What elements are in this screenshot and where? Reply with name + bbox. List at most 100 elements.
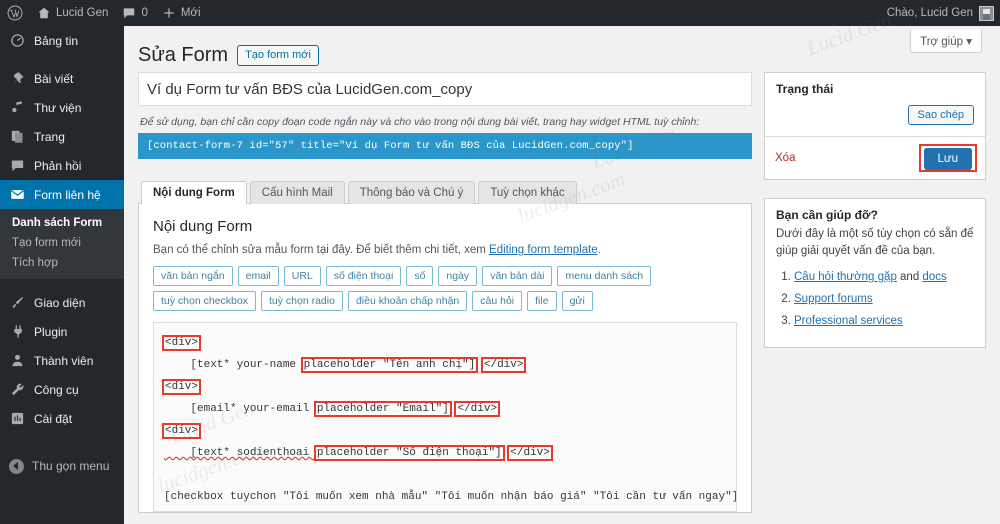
new-content-menu[interactable]: Mới: [155, 0, 208, 26]
sidebar-label: Plugin: [34, 325, 67, 339]
code-line-6-div-close: </div>: [509, 447, 551, 459]
greeting-label: Chào, Lucid Gen: [887, 7, 973, 19]
home-icon: [37, 6, 51, 20]
pages-icon: [9, 128, 26, 145]
sidebar-subitem-form-list[interactable]: Danh sách Form: [0, 213, 124, 233]
tab-additional-settings[interactable]: Tuỳ chọn khác: [478, 181, 576, 204]
tab-form-content[interactable]: Nội dung Form: [141, 181, 247, 204]
sidebar-label: Thành viên: [34, 354, 93, 368]
support-forums-link[interactable]: Support forums: [794, 293, 873, 305]
editor-tabs: Nội dung Form Cấu hình Mail Thông báo và…: [141, 181, 752, 204]
help-box: Bạn cần giúp đỡ? Dưới đây là một số tùy …: [764, 198, 986, 348]
tag-button-tel[interactable]: số điện thoại: [326, 266, 402, 286]
status-box: Trạng thái Sao chép Xóa Lưu: [764, 72, 986, 180]
sidebar-item-pages[interactable]: Trang: [0, 122, 124, 151]
sidebar-item-plugins[interactable]: Plugin: [0, 317, 124, 346]
tag-button-file[interactable]: file: [527, 291, 556, 311]
my-account-menu[interactable]: Chào, Lucid Gen: [887, 6, 1000, 21]
sidebar-item-media[interactable]: Thư viện: [0, 93, 124, 122]
tag-button-quiz[interactable]: câu hỏi: [472, 291, 522, 311]
tag-button-date[interactable]: ngày: [438, 266, 477, 286]
code-line-1-div-open: <div>: [164, 337, 199, 349]
form-tag-generator-buttons: văn bản ngắn email URL số điện thoại số …: [153, 266, 713, 311]
wrench-icon: [9, 381, 26, 398]
sidebar-item-settings[interactable]: Cài đặt: [0, 404, 124, 433]
professional-services-link[interactable]: Professional services: [794, 315, 903, 327]
wordpress-logo-icon: [7, 5, 23, 21]
sidebar-item-posts[interactable]: Bài viết: [0, 64, 124, 93]
help-links-list: Câu hỏi thường gặp and docs Support foru…: [794, 269, 974, 330]
code-line-6-prefix: [text* sodienthoai: [164, 447, 316, 459]
sidebar-subitem-integration[interactable]: Tích hợp: [0, 253, 124, 273]
help-box-heading: Bạn cần giúp đỡ?: [765, 199, 985, 222]
tab-messages[interactable]: Thông báo và Chú ý: [348, 181, 476, 204]
tag-button-number[interactable]: số: [406, 266, 433, 286]
sidebar-item-contact-form[interactable]: Form liên hệ: [0, 180, 124, 209]
faq-link[interactable]: Câu hỏi thường gặp: [794, 271, 897, 283]
editing-form-template-link[interactable]: Editing form template: [489, 244, 598, 256]
tag-button-text[interactable]: văn bản ngắn: [153, 266, 233, 286]
site-name-menu[interactable]: Lucid Gen: [30, 0, 115, 26]
code-line-7-checkbox: [checkbox tuychon "Tôi muốn xem nhà mẫu"…: [164, 491, 737, 503]
sidebar-item-appearance[interactable]: Giao diện: [0, 288, 124, 317]
tag-button-email[interactable]: email: [238, 266, 279, 286]
sidebar-item-dashboard[interactable]: Bảng tin: [0, 26, 124, 55]
collapse-menu-label: Thu gọn menu: [32, 459, 109, 473]
page-title: Sửa Form: [138, 44, 228, 67]
admin-sidebar: Bảng tin Bài viết Thư viện Trang P: [0, 26, 124, 524]
help-list-item: Support forums: [794, 291, 974, 308]
add-new-form-button[interactable]: Tạo form mới: [237, 45, 319, 66]
sidebar-item-users[interactable]: Thành viên: [0, 346, 124, 375]
faq-and-label: and: [897, 271, 923, 283]
code-line-4-prefix: [email* your-email: [164, 403, 316, 415]
tag-button-url[interactable]: URL: [284, 266, 321, 286]
tag-button-submit[interactable]: gửi: [562, 291, 593, 311]
status-box-body: Sao chép: [765, 96, 985, 136]
form-template-textarea[interactable]: <div> [text* your-name placeholder "Tên …: [153, 322, 737, 512]
help-tab-label: Trợ giúp: [920, 36, 963, 48]
help-box-description: Dưới đây là một số tùy chọn có sẵn để gi…: [776, 226, 974, 260]
tag-button-select[interactable]: menu danh sách: [557, 266, 651, 286]
collapse-menu-button[interactable]: Thu gọn menu: [0, 452, 124, 480]
sidebar-label: Giao diện: [34, 296, 85, 310]
comments-count: 0: [141, 7, 147, 19]
tag-button-radio[interactable]: tuỳ chọn radio: [261, 291, 343, 311]
save-button[interactable]: Lưu: [924, 148, 973, 170]
delete-form-link[interactable]: Xóa: [775, 152, 795, 164]
panel-description: Bạn có thể chỉnh sửa mẫu form tại đây. Đ…: [153, 244, 737, 256]
plug-icon: [9, 323, 26, 340]
form-content-panel: Nội dung Form Bạn có thể chỉnh sửa mẫu f…: [138, 203, 752, 513]
sidebar-item-tools[interactable]: Công cụ: [0, 375, 124, 404]
new-content-label: Mới: [181, 7, 201, 19]
admin-page: Lucid Gen 0 Mới Chào, Lucid Gen Bảng tin: [0, 0, 1000, 524]
brush-icon: [9, 294, 26, 311]
status-box-footer: Xóa Lưu: [765, 136, 985, 179]
sidebar-label: Công cụ: [34, 383, 79, 397]
sidebar-label: Bài viết: [34, 72, 73, 86]
help-box-body: Dưới đây là một số tùy chọn có sẵn để gi…: [765, 222, 985, 347]
menu-separator: [0, 55, 124, 64]
copy-form-button[interactable]: Sao chép: [908, 105, 974, 125]
shortcode-value[interactable]: [contact-form-7 id="57" title="Ví dụ For…: [138, 133, 752, 159]
docs-link[interactable]: docs: [922, 271, 946, 283]
tab-mail-config[interactable]: Cấu hình Mail: [250, 181, 345, 204]
help-tab-button[interactable]: Trợ giúp ▾: [910, 30, 982, 53]
comments-menu[interactable]: 0: [115, 0, 154, 26]
tag-button-textarea[interactable]: văn bản dài: [482, 266, 552, 286]
sidebar-subitem-new-form[interactable]: Tạo form mới: [0, 233, 124, 253]
main-content: Trợ giúp ▾ Sửa Form Tạo form mới Để sử d…: [124, 26, 1000, 524]
sidebar-label: Trang: [34, 130, 65, 144]
sidebar-item-comments[interactable]: Phản hồi: [0, 151, 124, 180]
panel-heading: Nội dung Form: [153, 218, 737, 235]
sidebar-label: Cài đặt: [34, 412, 72, 426]
tag-button-checkbox[interactable]: tuỳ chọn checkbox: [153, 291, 256, 311]
dashboard-icon: [9, 32, 26, 49]
contact-form-submenu: Danh sách Form Tạo form mới Tích hợp: [0, 209, 124, 279]
panel-description-text: Bạn có thể chỉnh sửa mẫu form tại đây. Đ…: [153, 244, 489, 256]
tag-button-acceptance[interactable]: điều khoản chấp nhận: [348, 291, 467, 311]
help-list-item: Professional services: [794, 313, 974, 330]
page-header: Sửa Form Tạo form mới: [124, 26, 1000, 67]
form-title-input[interactable]: [138, 72, 752, 106]
wordpress-logo-menu[interactable]: [0, 0, 30, 26]
menu-separator: [0, 279, 124, 288]
